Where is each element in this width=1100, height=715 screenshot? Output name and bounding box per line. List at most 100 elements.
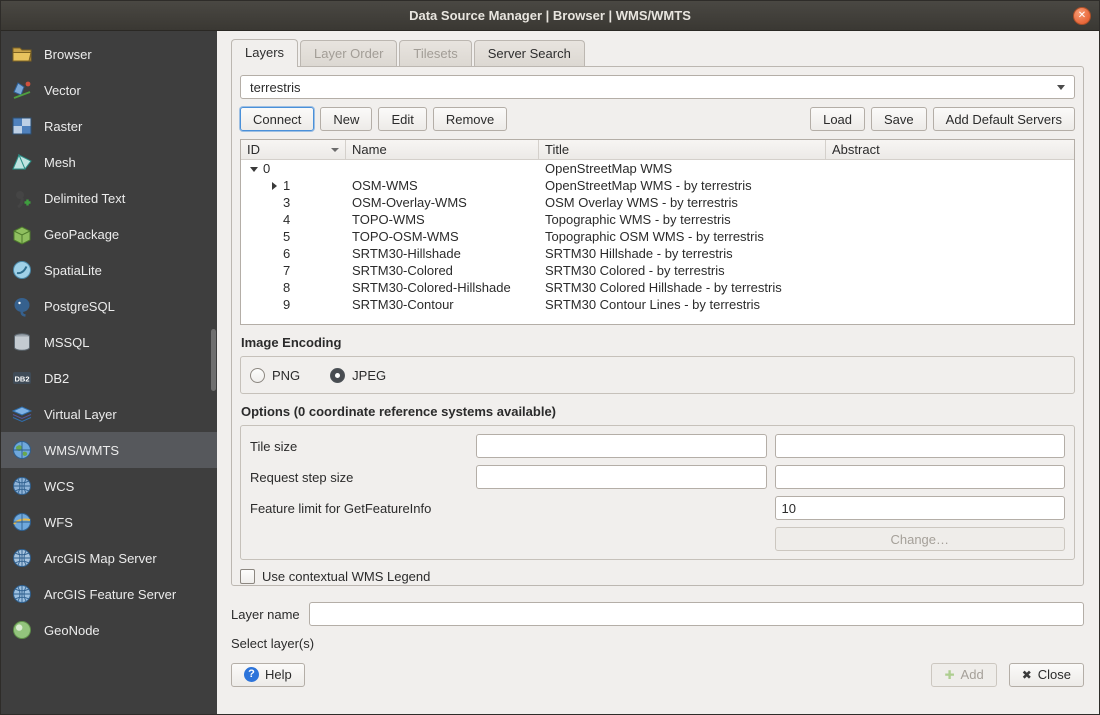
tab-tilesets[interactable]: Tilesets <box>399 40 471 66</box>
window-title: Data Source Manager | Browser | WMS/WMTS <box>409 8 691 23</box>
sidebar-item-label: WCS <box>44 479 74 494</box>
sidebar-item-label: GeoNode <box>44 623 100 638</box>
contextual-legend-checkbox[interactable] <box>240 569 255 584</box>
sidebar-item-mssql[interactable]: MSSQL <box>1 324 217 360</box>
table-row[interactable]: 7 SRTM30-ColoredSRTM30 Colored - by terre… <box>241 262 1074 279</box>
feature-limit-input[interactable] <box>775 496 1066 520</box>
add-default-servers-button[interactable]: Add Default Servers <box>933 107 1075 131</box>
sidebar-item-label: GeoPackage <box>44 227 119 242</box>
column-header-abstract[interactable]: Abstract <box>826 140 1074 159</box>
sidebar-item-postgresql[interactable]: PostgreSQL <box>1 288 217 324</box>
radio-button-icon[interactable] <box>250 368 265 383</box>
table-row[interactable]: 0OpenStreetMap WMS <box>241 160 1074 177</box>
request-step-y-input[interactable] <box>775 465 1066 489</box>
sidebar-scrollbar[interactable] <box>211 329 216 391</box>
row-abstract <box>826 262 1074 279</box>
radio-jpeg[interactable]: JPEG <box>330 368 386 383</box>
sidebar-item-mesh[interactable]: Mesh <box>1 144 217 180</box>
table-row[interactable]: 1OSM-WMSOpenStreetMap WMS - by terrestri… <box>241 177 1074 194</box>
column-header-title[interactable]: Title <box>539 140 826 159</box>
mssql-icon <box>11 331 33 353</box>
request-step-x-input[interactable] <box>476 465 767 489</box>
sidebar-item-label: Delimited Text <box>44 191 125 206</box>
row-id: 7 <box>283 262 290 279</box>
server-connection-select[interactable]: terrestris <box>240 75 1075 99</box>
remove-button[interactable]: Remove <box>433 107 507 131</box>
sidebar-item-geopackage[interactable]: GeoPackage <box>1 216 217 252</box>
row-name: SRTM30-Colored <box>346 262 539 279</box>
sidebar-item-raster[interactable]: Raster <box>1 108 217 144</box>
row-title: SRTM30 Contour Lines - by terrestris <box>539 296 826 313</box>
column-header-name[interactable]: Name <box>346 140 539 159</box>
tab-layers[interactable]: Layers <box>231 39 298 67</box>
row-abstract <box>826 296 1074 313</box>
tile-size-width-input[interactable] <box>476 434 767 458</box>
tree-expand-icon[interactable] <box>269 181 279 191</box>
save-button[interactable]: Save <box>871 107 927 131</box>
sidebar-item-label: PostgreSQL <box>44 299 115 314</box>
add-button[interactable]: ✚ Add <box>931 663 996 687</box>
tab-layer-order[interactable]: Layer Order <box>300 40 397 66</box>
tile-size-height-input[interactable] <box>775 434 1066 458</box>
tab-bar: Layers Layer OrderTilesetsServer Search <box>231 39 1084 66</box>
sidebar-item-browser[interactable]: Browser <box>1 36 217 72</box>
column-header-label: Name <box>352 142 387 157</box>
radio-button-icon[interactable] <box>330 368 345 383</box>
tree-collapse-icon[interactable] <box>249 164 259 174</box>
data-source-manager-dialog: Data Source Manager | Browser | WMS/WMTS… <box>0 0 1100 715</box>
image-encoding-group: PNG JPEG <box>240 356 1075 394</box>
load-button[interactable]: Load <box>810 107 865 131</box>
svg-text:DB2: DB2 <box>14 375 29 384</box>
table-row[interactable]: 9SRTM30-ContourSRTM30 Contour Lines - by… <box>241 296 1074 313</box>
change-crs-button[interactable]: Change… <box>775 527 1066 551</box>
row-id: 8 <box>283 279 290 296</box>
edit-button[interactable]: Edit <box>378 107 426 131</box>
sidebar-item-arcgis-map-server[interactable]: ArcGIS Map Server <box>1 540 217 576</box>
sidebar-item-arcgis-feature-server[interactable]: ArcGIS Feature Server <box>1 576 217 612</box>
radio-png[interactable]: PNG <box>250 368 300 383</box>
layer-name-input[interactable] <box>309 602 1084 626</box>
wms-globe-icon <box>11 439 33 461</box>
sidebar-item-wms-wmts[interactable]: WMS/WMTS <box>1 432 217 468</box>
vector-icon <box>11 79 33 101</box>
row-abstract <box>826 245 1074 262</box>
tab-label: Layers <box>245 45 284 60</box>
connect-button[interactable]: Connect <box>240 107 314 131</box>
sidebar-item-db2[interactable]: DB2DB2 <box>1 360 217 396</box>
sidebar-item-wcs[interactable]: WCS <box>1 468 217 504</box>
table-row[interactable]: 5TOPO-OSM-WMSTopographic OSM WMS - by te… <box>241 228 1074 245</box>
contextual-legend-checkbox-row[interactable]: Use contextual WMS Legend <box>240 567 1075 585</box>
options-group-title: Options (0 coordinate reference systems … <box>241 404 1075 421</box>
new-button[interactable]: New <box>320 107 372 131</box>
arcgis-map-server-icon <box>11 547 33 569</box>
radio-label: JPEG <box>352 368 386 383</box>
window-close-button[interactable]: ✕ <box>1073 7 1091 25</box>
sidebar-item-geonode[interactable]: GeoNode <box>1 612 217 648</box>
table-row[interactable]: 4TOPO-WMSTopographic WMS - by terrestris <box>241 211 1074 228</box>
window-close-icon: ✕ <box>1078 10 1086 21</box>
row-abstract <box>826 279 1074 296</box>
dialog-body: BrowserVectorRasterMesh Delimited Text Geo… <box>1 31 1099 714</box>
table-row[interactable]: 8SRTM30-Colored-HillshadeSRTM30 Colored … <box>241 279 1074 296</box>
row-title: OSM Overlay WMS - by terrestris <box>539 194 826 211</box>
row-title: SRTM30 Colored - by terrestris <box>539 262 826 279</box>
column-header-label: Title <box>545 142 569 157</box>
row-id: 4 <box>283 211 290 228</box>
titlebar[interactable]: Data Source Manager | Browser | WMS/WMTS… <box>1 1 1099 31</box>
sidebar-item-vector[interactable]: Vector <box>1 72 217 108</box>
table-row[interactable]: 6SRTM30-HillshadeSRTM30 Hillshade - by t… <box>241 245 1074 262</box>
close-button[interactable]: ✖ Close <box>1009 663 1084 687</box>
tab-server-search[interactable]: Server Search <box>474 40 585 66</box>
arcgis-feature-server-icon <box>11 583 33 605</box>
row-id: 0 <box>263 160 270 177</box>
sidebar-item-delimited-text[interactable]: Delimited Text <box>1 180 217 216</box>
sidebar-item-virtual-layer[interactable]: Virtual Layer <box>1 396 217 432</box>
column-header-id[interactable]: ID <box>241 140 346 159</box>
contextual-legend-label: Use contextual WMS Legend <box>262 569 430 584</box>
sidebar-item-spatialite[interactable]: SpatiaLite <box>1 252 217 288</box>
sidebar-item-wfs[interactable]: WFS <box>1 504 217 540</box>
table-row[interactable]: 3OSM-Overlay-WMSOSM Overlay WMS - by ter… <box>241 194 1074 211</box>
help-button[interactable]: ? Help <box>231 663 305 687</box>
column-header-label: Abstract <box>832 142 880 157</box>
sidebar-item-label: MSSQL <box>44 335 90 350</box>
